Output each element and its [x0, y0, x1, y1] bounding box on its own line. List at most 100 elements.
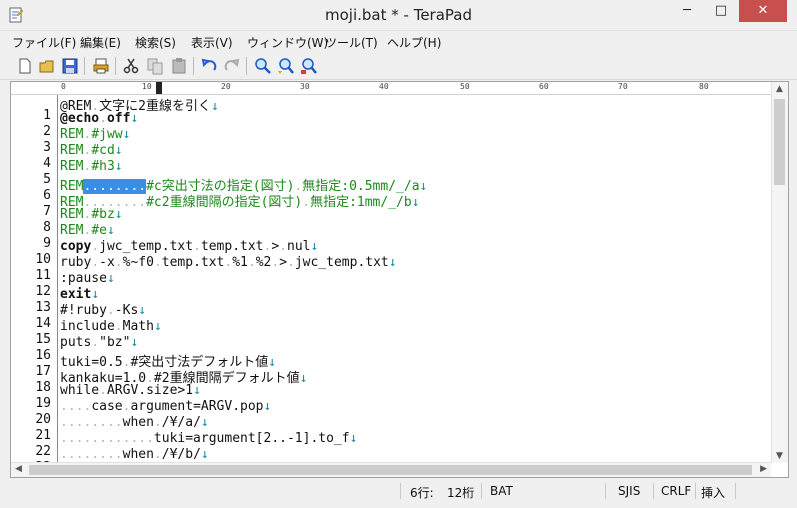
code-line[interactable]: :pause↓ — [60, 271, 115, 286]
new-file-icon[interactable] — [16, 57, 34, 75]
whitespace-marker: . — [114, 255, 123, 270]
menu-view[interactable]: 表示(V) — [191, 34, 233, 51]
code-line[interactable]: ............tuki=argument[2..-1].to_f↓ — [60, 431, 357, 446]
menu-search[interactable]: 検索(S) — [135, 34, 176, 51]
code-token: -Ks — [114, 303, 139, 318]
cut-icon[interactable] — [122, 57, 140, 75]
whitespace-marker: . — [153, 415, 162, 430]
ruler-label: 80 — [699, 82, 709, 91]
code-line[interactable]: REM.#cd↓ — [60, 143, 123, 158]
code-line[interactable]: REM.#e↓ — [60, 223, 115, 238]
whitespace-marker: . — [193, 239, 201, 254]
code-token: %2 — [255, 255, 272, 270]
paste-icon[interactable] — [170, 57, 188, 75]
code-line[interactable]: ....case.argument=ARGV.pop↓ — [60, 399, 271, 414]
undo-icon[interactable] — [200, 57, 218, 75]
code-line[interactable]: copy.jwc_temp.txt.temp.txt.>.nul↓ — [60, 239, 318, 254]
code-line[interactable]: REM.#jww↓ — [60, 127, 130, 142]
line-number: 1 — [43, 108, 51, 123]
ruler-label: 20 — [221, 82, 231, 91]
code-token: #cd — [91, 143, 115, 158]
save-icon[interactable] — [61, 57, 79, 75]
open-folder-icon[interactable] — [38, 57, 56, 75]
code-token: argument=ARGV.pop — [130, 399, 264, 414]
newline-marker: ↓ — [91, 287, 100, 302]
menu-file[interactable]: ファイル(F) — [12, 34, 76, 51]
ruler-label: 70 — [618, 82, 628, 91]
code-line[interactable]: ruby.-x.%~f0.temp.txt.%1.%2.>.jwc_temp.t… — [60, 255, 397, 270]
code-line[interactable]: REM.#bz↓ — [60, 207, 123, 222]
ruler-label: 50 — [460, 82, 470, 91]
close-button[interactable]: ✕ — [739, 0, 787, 22]
code-line[interactable]: @echo.off↓ — [60, 111, 138, 126]
code-line[interactable]: ........when./¥/a/↓ — [60, 415, 209, 430]
code-token: /¥/b/ — [161, 447, 201, 462]
line-number: 5 — [43, 172, 51, 187]
toolbar-separator — [115, 57, 116, 75]
redo-icon[interactable] — [223, 57, 241, 75]
column-ruler: 0 10 20 30 40 50 60 70 80 — [11, 82, 771, 95]
code-token: temp.txt — [200, 239, 264, 254]
copy-icon[interactable] — [146, 57, 164, 75]
scroll-right-icon[interactable]: ▶ — [760, 464, 767, 474]
code-token: off — [106, 111, 131, 126]
code-line[interactable]: include.Math↓ — [60, 319, 162, 334]
code-token: REM — [60, 223, 84, 238]
code-token: :pause — [60, 271, 107, 286]
code-line[interactable]: REM.#h3↓ — [60, 159, 123, 174]
gutter-divider — [57, 95, 58, 463]
code-token: while — [60, 383, 100, 398]
scroll-up-icon[interactable]: ▲ — [776, 84, 783, 94]
newline-marker: ↓ — [106, 223, 115, 238]
menu-tools[interactable]: ツール(T) — [325, 34, 378, 51]
find-icon[interactable] — [254, 57, 272, 75]
whitespace-marker: . — [153, 255, 162, 270]
vertical-scrollbar[interactable]: ▲ ▼ — [771, 82, 788, 463]
newline-marker: ↓ — [200, 447, 209, 462]
scroll-left-icon[interactable]: ◀ — [15, 464, 22, 474]
code-token: REM — [60, 127, 84, 142]
whitespace-marker: . — [99, 111, 107, 126]
minimize-button[interactable]: ─ — [670, 0, 704, 22]
menu-window[interactable]: ウィンドウ(W) — [247, 34, 328, 51]
text-editor[interactable]: 0 10 20 30 40 50 60 70 80 1 2 3 4 5 6 7 8 9 10 11 1… — [10, 81, 789, 478]
replace-icon[interactable] — [300, 57, 318, 75]
code-line[interactable]: ........when./¥/b/↓ — [60, 447, 209, 462]
code-token: @echo — [60, 111, 100, 126]
code-token: copy — [60, 239, 92, 254]
menu-help[interactable]: ヘルプ(H) — [387, 34, 441, 51]
code-token: #!ruby — [60, 303, 107, 318]
menu-edit[interactable]: 編集(E) — [80, 34, 121, 51]
line-number: 9 — [43, 236, 51, 251]
code-line[interactable]: exit↓ — [60, 287, 99, 302]
line-number: 6 — [43, 188, 51, 203]
code-token: ruby — [60, 255, 92, 270]
find-next-icon[interactable] — [277, 57, 295, 75]
whitespace-marker: ........ — [60, 415, 123, 430]
code-token: #c2重線間隔の指定(図寸) — [146, 195, 303, 210]
code-line[interactable]: #!ruby.-Ks↓ — [60, 303, 146, 318]
line-number: 11 — [35, 268, 51, 283]
newline-marker: ↓ — [130, 335, 139, 350]
line-number: 3 — [43, 140, 51, 155]
line-number: 20 — [35, 412, 51, 427]
horizontal-scrollbar[interactable]: ◀ ▶ — [11, 462, 771, 477]
status-column: 12桁 — [447, 486, 475, 500]
scroll-down-icon[interactable]: ▼ — [776, 451, 783, 461]
newline-marker: ↓ — [106, 271, 115, 286]
whitespace-marker: . — [99, 383, 107, 398]
status-line: 6行: — [410, 486, 434, 500]
status-input-mode: 挿入 — [701, 486, 726, 500]
maximize-button[interactable]: □ — [704, 0, 738, 22]
vertical-scroll-thumb[interactable] — [774, 99, 785, 185]
code-token: %~f0 — [122, 255, 154, 270]
code-line[interactable]: puts."bz"↓ — [60, 335, 138, 350]
horizontal-scroll-thumb[interactable] — [29, 465, 752, 475]
code-token: 無指定:1mm/_/b — [310, 195, 412, 210]
ruler-label: 0 — [61, 82, 66, 91]
toolbar — [0, 53, 797, 80]
code-token: tuki=argument[2..-1].to_f — [153, 431, 350, 446]
print-icon[interactable] — [92, 57, 110, 75]
newline-marker: ↓ — [200, 415, 209, 430]
code-line[interactable]: while.ARGV.size>1↓ — [60, 383, 201, 398]
